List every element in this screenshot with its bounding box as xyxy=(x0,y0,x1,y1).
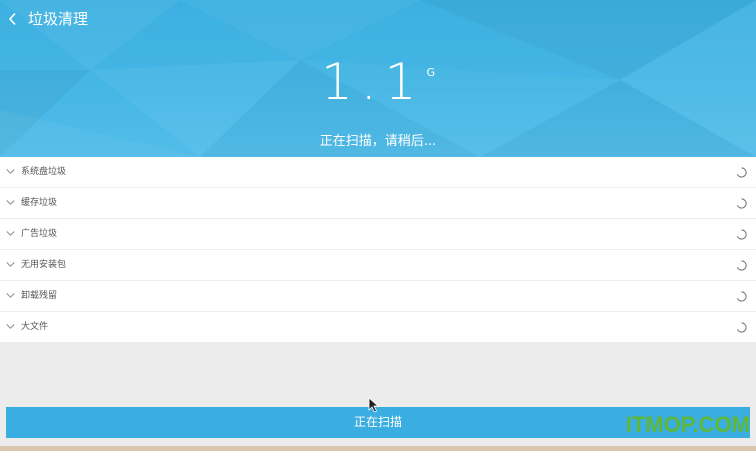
back-button[interactable] xyxy=(2,6,24,32)
junk-size-unit: G xyxy=(426,66,436,79)
category-label: 系统盘垃圾 xyxy=(21,167,67,177)
junk-cleaner-screen: 垃圾清理 1.1 G 正在扫描，请稍后... 系统盘垃圾 缓存垃圾 广告垃圾 无… xyxy=(0,0,756,451)
chevron-left-icon xyxy=(8,12,16,26)
scan-header: 垃圾清理 1.1 G 正在扫描，请稍后... xyxy=(0,0,756,157)
chevron-down-icon xyxy=(6,324,15,329)
category-label: 无用安装包 xyxy=(21,260,67,270)
category-row-ads[interactable]: 广告垃圾 xyxy=(0,219,756,250)
category-row-unused-packages[interactable]: 无用安装包 xyxy=(0,250,756,281)
loading-spinner-icon xyxy=(736,260,747,271)
loading-spinner-icon xyxy=(736,167,747,178)
junk-category-list: 系统盘垃圾 缓存垃圾 广告垃圾 无用安装包 卸载残留 大文件 xyxy=(0,157,756,343)
category-row-uninstall-leftovers[interactable]: 卸载残留 xyxy=(0,281,756,312)
category-row-large-files[interactable]: 大文件 xyxy=(0,312,756,343)
mouse-cursor-icon xyxy=(368,397,380,413)
loading-spinner-icon xyxy=(736,322,747,333)
bottom-edge-strip xyxy=(0,446,756,451)
chevron-down-icon xyxy=(6,200,15,205)
category-label: 广告垃圾 xyxy=(21,229,58,239)
chevron-down-icon xyxy=(6,262,15,267)
page-title: 垃圾清理 xyxy=(28,10,89,28)
category-label: 缓存垃圾 xyxy=(21,198,58,208)
category-label: 大文件 xyxy=(21,322,49,332)
scan-status-text: 正在扫描，请稍后... xyxy=(319,134,437,149)
chevron-down-icon xyxy=(6,169,15,174)
loading-spinner-icon xyxy=(736,229,747,240)
category-row-cache[interactable]: 缓存垃圾 xyxy=(0,188,756,219)
chevron-down-icon xyxy=(6,293,15,298)
junk-size-display: 1.1 G xyxy=(0,52,756,112)
loading-spinner-icon xyxy=(736,291,747,302)
category-label: 卸载残留 xyxy=(21,291,58,301)
junk-size-value: 1.1 xyxy=(320,53,425,111)
category-row-system-disk[interactable]: 系统盘垃圾 xyxy=(0,157,756,188)
chevron-down-icon xyxy=(6,231,15,236)
loading-spinner-icon xyxy=(736,198,747,209)
